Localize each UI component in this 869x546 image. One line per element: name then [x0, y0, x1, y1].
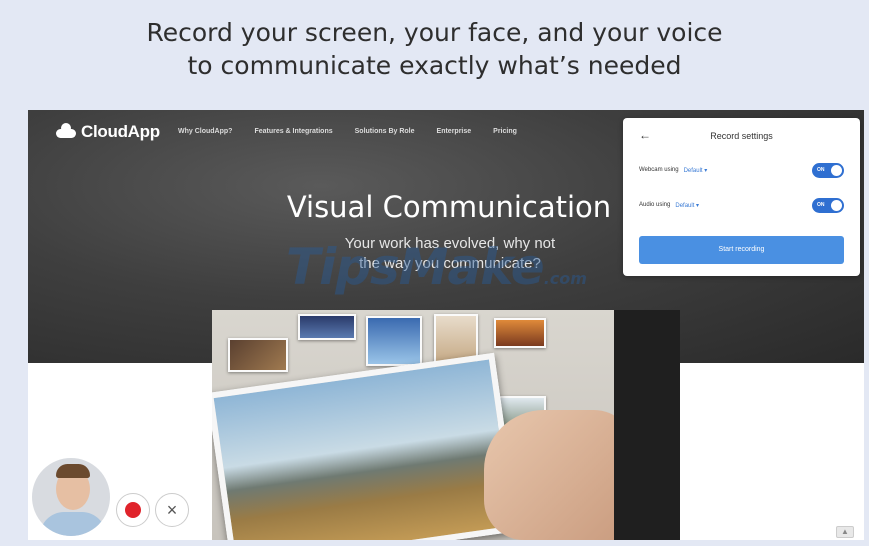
record-settings-panel: ← Record settings Webcam using Default ▾… — [623, 118, 860, 276]
webcam-toggle-label: ON — [817, 167, 825, 173]
avatar-hair — [56, 464, 90, 478]
scroll-top-button[interactable]: ▲ — [836, 526, 854, 538]
close-button[interactable]: × — [155, 493, 189, 527]
landscape-print — [212, 352, 520, 540]
record-icon — [125, 502, 141, 518]
cloudapp-logo[interactable]: CloudApp — [56, 122, 160, 142]
audio-select[interactable]: Default ▾ — [675, 202, 699, 209]
pinned-photo — [228, 338, 288, 372]
record-settings-title: Record settings — [710, 131, 773, 141]
pinned-photo — [366, 316, 422, 366]
avatar-shirt — [40, 512, 106, 536]
nav-item-enterprise[interactable]: Enterprise — [437, 128, 472, 135]
hero-photo — [212, 310, 680, 540]
hero-title: Visual Communication — [286, 190, 612, 224]
record-button[interactable] — [116, 493, 150, 527]
webcam-select[interactable]: Default ▾ — [684, 167, 708, 174]
watermark-suffix: .com — [543, 269, 587, 288]
webcam-avatar[interactable] — [30, 456, 112, 538]
headline-banner: Record your screen, your face, and your … — [0, 0, 869, 110]
logo-text: CloudApp — [81, 122, 160, 141]
dark-panel — [614, 310, 680, 540]
pinned-photo — [298, 314, 356, 340]
webcam-toggle[interactable]: ON — [812, 163, 844, 178]
webcam-label: Webcam using — [639, 167, 679, 173]
watermark: TipsMake.com — [286, 238, 587, 296]
watermark-text: TipsMake — [286, 238, 545, 296]
nav-item-features[interactable]: Features & Integrations — [254, 128, 332, 135]
nav-item-solutions[interactable]: Solutions By Role — [355, 128, 415, 135]
headline-line-2: to communicate exactly what’s needed — [187, 51, 682, 80]
headline-line-1: Record your screen, your face, and your … — [146, 18, 723, 47]
audio-toggle[interactable]: ON — [812, 198, 844, 213]
start-recording-button[interactable]: Start recording — [639, 236, 844, 264]
hand-holding-print — [484, 410, 634, 540]
cloud-icon — [56, 123, 76, 138]
audio-row: Audio using Default ▾ ON — [639, 197, 844, 213]
toggle-knob — [831, 200, 842, 211]
webcam-row: Webcam using Default ▾ ON — [639, 162, 844, 178]
toggle-knob — [831, 165, 842, 176]
pinned-photo — [494, 318, 546, 348]
nav-item-pricing[interactable]: Pricing — [493, 128, 517, 135]
nav-item-why[interactable]: Why CloudApp? — [178, 128, 232, 135]
audio-toggle-label: ON — [817, 202, 825, 208]
close-icon: × — [166, 500, 178, 520]
website-screenshot: CloudApp Why CloudApp? Features & Integr… — [28, 110, 864, 540]
audio-label: Audio using — [639, 202, 671, 208]
chevron-up-icon: ▲ — [841, 527, 849, 536]
top-nav: Why CloudApp? Features & Integrations So… — [178, 128, 539, 135]
